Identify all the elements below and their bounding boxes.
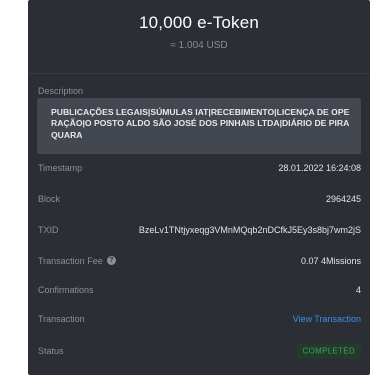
block-row: Block 2964245 — [28, 183, 370, 214]
transaction-fee-row: Transaction Fee ? 0.07 4Missions — [28, 245, 370, 276]
txid-row: TXID BzeLv1TNtjyxeqg3VMnMQqb2nDCfkJ5Ey3s… — [28, 214, 370, 245]
description-label: Description — [38, 86, 84, 96]
confirmations-row: Confirmations 4 — [28, 274, 370, 305]
transaction-details-panel: 10,000 e-Token ≈ 1.004 USD Description P… — [28, 0, 370, 375]
status-label: Status — [38, 345, 64, 356]
transaction-label: Transaction — [38, 313, 85, 324]
transaction-fee-value: 0.07 4Missions — [300, 255, 361, 266]
status-badge: COMPLETED — [296, 343, 361, 358]
description-box: PUBLICAÇÕES LEGAIS|SÚMULAS IAT|RECEBIMEN… — [37, 98, 361, 154]
transaction-row: Transaction View Transaction — [28, 303, 370, 334]
timestamp-value: 28.01.2022 16:24:08 — [278, 162, 361, 173]
txid-label: TXID — [38, 224, 59, 235]
block-label: Block — [38, 193, 61, 204]
divider — [28, 73, 370, 74]
view-transaction-link[interactable]: View Transaction — [293, 314, 361, 324]
block-value: 2964245 — [325, 193, 361, 204]
transaction-fee-label-group: Transaction Fee ? — [38, 256, 116, 266]
confirmations-value: 4 — [355, 284, 361, 295]
timestamp-label: Timestamp — [38, 162, 83, 173]
status-row: Status COMPLETED — [28, 335, 370, 366]
confirmations-label: Confirmations — [38, 284, 94, 295]
transaction-fee-label: Transaction Fee — [38, 255, 103, 266]
timestamp-row: Timestamp 28.01.2022 16:24:08 — [28, 152, 370, 183]
txid-value: BzeLv1TNtjyxeqg3VMnMQqb2nDCfkJ5Ey3s8bj7w… — [138, 224, 361, 235]
fiat-equivalent: ≈ 1.004 USD — [170, 40, 228, 51]
question-circle-icon[interactable]: ? — [106, 256, 116, 265]
token-amount: 10,000 e-Token — [139, 13, 259, 32]
